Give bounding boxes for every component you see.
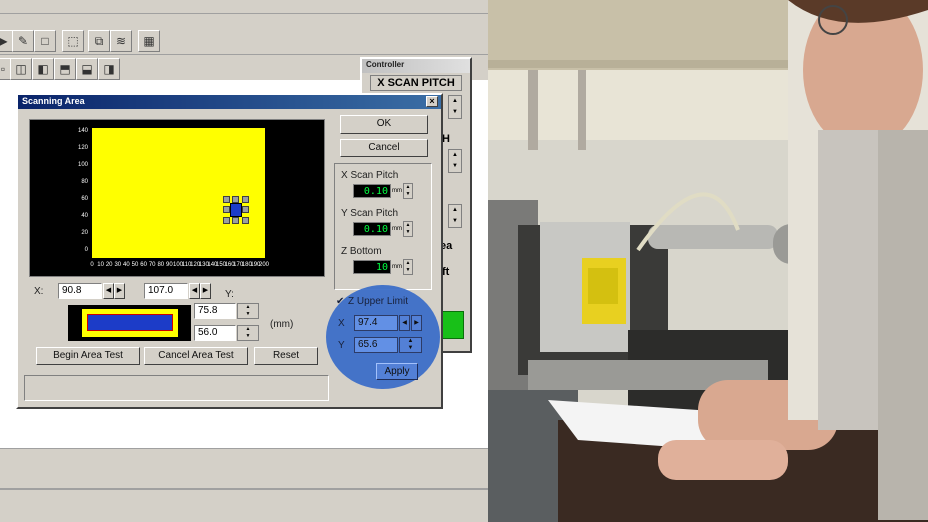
brush-tool-icon[interactable]: ✎ xyxy=(12,30,34,52)
z-upper-checkbox[interactable]: ✔ xyxy=(336,296,344,307)
x-scan-pitch-value[interactable]: 0.10 xyxy=(353,184,391,198)
z-bottom-spinner[interactable]: ▲ ▼ xyxy=(403,259,413,275)
y-tick-label: 20 xyxy=(81,230,88,236)
ok-button[interactable]: OK xyxy=(340,115,428,134)
x-start-left-icon[interactable]: ◀ xyxy=(103,283,114,299)
cancel-button[interactable]: Cancel xyxy=(340,139,428,157)
x-end-left-icon[interactable]: ◀ xyxy=(189,283,200,299)
x-end-field[interactable]: 107.0 xyxy=(144,283,188,299)
y-tick-label: 140 xyxy=(77,128,88,134)
reset-button[interactable]: Reset xyxy=(254,347,318,365)
z-bottom-label: Z Bottom xyxy=(341,246,382,257)
y-scan-pitch-value[interactable]: 0.10 xyxy=(353,222,391,236)
status-panel xyxy=(24,375,329,401)
start-button[interactable] xyxy=(442,311,464,339)
dialog-title: Scanning Area xyxy=(22,96,85,106)
y-tick-label: 60 xyxy=(81,196,88,202)
unit-label: mm xyxy=(391,184,403,198)
solid-view-icon[interactable]: ◨ xyxy=(98,58,120,80)
close-icon[interactable]: × xyxy=(426,96,438,107)
handle[interactable] xyxy=(242,206,249,213)
controller-spin-2[interactable]: ▲ ▼ xyxy=(448,149,462,173)
y-tick-label: 0 xyxy=(84,247,88,253)
unit-label: (mm) xyxy=(270,319,294,330)
side-view-icon[interactable]: ◧ xyxy=(32,58,54,80)
y-scan-pitch-spinner[interactable]: ▲ ▼ xyxy=(403,221,413,237)
x-scan-pitch-spinner[interactable]: ▲ ▼ xyxy=(403,183,413,199)
layer-tool-icon[interactable]: ≋ xyxy=(110,30,132,52)
x-tick-label: 200 xyxy=(258,262,269,268)
scan-settings-group: X Scan Pitch 0.10 mm ▲ ▼ Y Scan Pitch 0.1… xyxy=(334,163,432,290)
scan-preview[interactable]: 140 120 100 80 60 40 20 0 0 10 20 30 40 50 60 70 80 90 10… xyxy=(29,119,325,277)
z-upper-limit-label: Z Upper Limit xyxy=(348,296,409,307)
x-start-field[interactable]: 90.8 xyxy=(58,283,102,299)
y-label: Y: xyxy=(225,289,234,300)
controller-spin-3[interactable]: ▲ ▼ xyxy=(448,204,462,228)
controller-partial-text: H xyxy=(442,133,450,145)
handle[interactable] xyxy=(223,196,230,203)
y-start-spinner[interactable]: ▲ ▼ xyxy=(237,303,259,319)
upper-x-label: X xyxy=(338,318,345,329)
x-end-right-icon[interactable]: ▶ xyxy=(200,283,211,299)
cancel-area-test-button[interactable]: Cancel Area Test xyxy=(144,347,248,365)
menu-strip xyxy=(0,0,488,14)
probe-marker[interactable] xyxy=(223,196,249,224)
iso-view-icon[interactable]: ⬓ xyxy=(76,58,98,80)
grid-tool-icon[interactable]: ▦ xyxy=(138,30,160,52)
top-view-icon[interactable]: ⬒ xyxy=(54,58,76,80)
probe-core xyxy=(230,203,242,217)
apply-button[interactable]: Apply xyxy=(376,363,418,380)
upper-x-field[interactable]: 97.4 xyxy=(354,315,398,331)
y-tick-label: 100 xyxy=(77,162,88,168)
upper-x-left-icon[interactable]: ◀ xyxy=(399,315,410,331)
handle[interactable] xyxy=(223,206,230,213)
copy-tool-icon[interactable]: ⧉ xyxy=(88,30,110,52)
handle[interactable] xyxy=(223,217,230,224)
unit-label: mm xyxy=(391,260,403,274)
front-view-icon[interactable]: ◫ xyxy=(10,58,32,80)
handle[interactable] xyxy=(232,217,239,224)
toolbar-row-1: ▶ ✎ □ ⬚ ⧉ ≋ ▦ xyxy=(0,27,488,55)
minimap-selection xyxy=(87,314,173,331)
y-end-spinner[interactable]: ▲ ▼ xyxy=(237,325,259,341)
object-tool-icon[interactable]: ⬚ xyxy=(62,30,84,52)
area-minimap xyxy=(68,305,191,341)
y-scan-pitch-label: Y Scan Pitch xyxy=(341,208,399,219)
upper-y-field[interactable]: 65.6 xyxy=(354,337,398,353)
handle[interactable] xyxy=(232,196,239,203)
dialog-titlebar: Scanning Area × xyxy=(18,95,441,109)
controller-partial-text: ft xyxy=(442,266,450,278)
divider xyxy=(0,488,488,490)
upper-y-label: Y xyxy=(338,340,345,351)
x-scan-pitch-header: X SCAN PITCH xyxy=(370,75,462,91)
begin-area-test-button[interactable]: Begin Area Test xyxy=(36,347,140,365)
controller-title: Controller xyxy=(362,59,470,73)
x-label: X: xyxy=(34,286,44,297)
zoom-highlight: ✔ Z Upper Limit X 97.4 ◀ ▶ Y 65.6 ▲ ▼ App… xyxy=(326,285,440,389)
handle[interactable] xyxy=(242,217,249,224)
scan-area-plot[interactable] xyxy=(92,128,265,258)
upper-y-spinner[interactable]: ▲ ▼ xyxy=(399,337,422,353)
y-tick-label: 40 xyxy=(81,213,88,219)
upper-x-right-icon[interactable]: ▶ xyxy=(411,315,422,331)
x-start-right-icon[interactable]: ▶ xyxy=(114,283,125,299)
y-tick-label: 80 xyxy=(81,179,88,185)
y-tick-label: 120 xyxy=(77,145,88,151)
y-start-field[interactable]: 75.8 xyxy=(194,303,236,319)
z-bottom-value[interactable]: 10 xyxy=(353,260,391,274)
controller-spin-1[interactable]: ▲ ▼ xyxy=(448,95,462,119)
rectangle-tool-icon[interactable]: □ xyxy=(34,30,56,52)
handle[interactable] xyxy=(242,196,249,203)
x-scan-pitch-label: X Scan Pitch xyxy=(341,170,399,181)
y-end-field[interactable]: 56.0 xyxy=(194,325,236,341)
bottom-panel xyxy=(0,448,488,522)
unit-label: mm xyxy=(391,222,403,236)
photo-operator-scanning xyxy=(488,0,928,522)
